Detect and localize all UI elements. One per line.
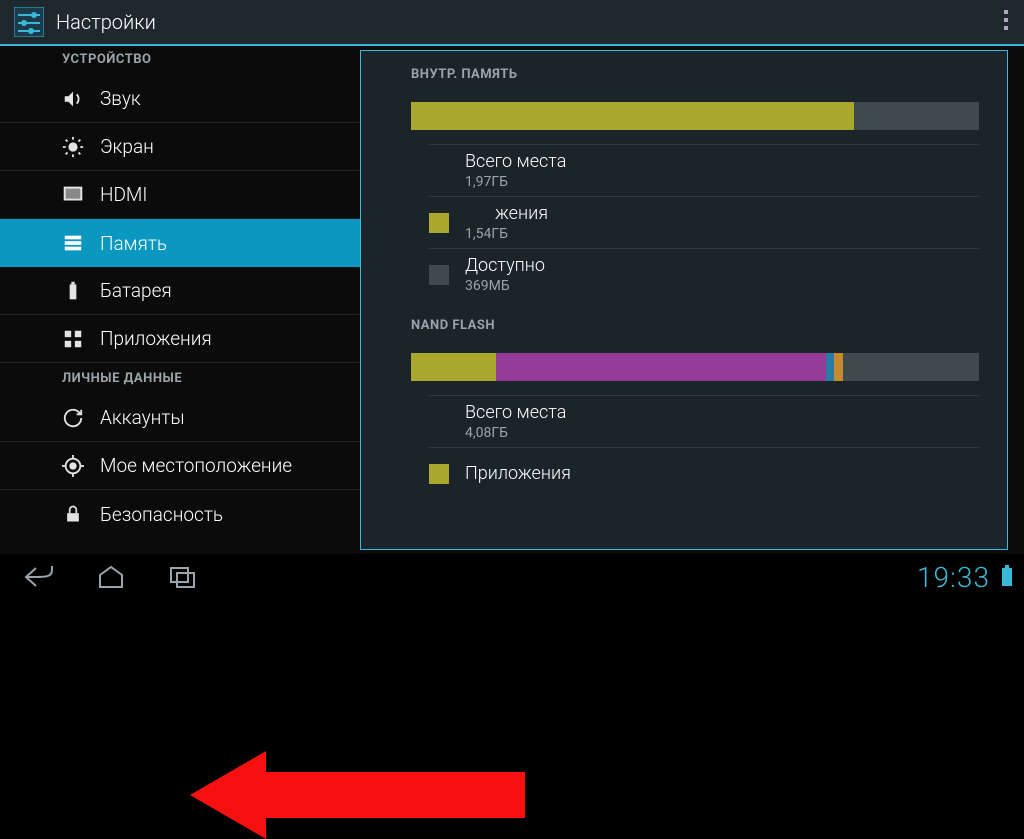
internal-title: ВНУТР. ПАМЯТЬ — [411, 67, 979, 82]
sidebar-item-hdmi[interactable]: HDMI — [0, 171, 360, 219]
row-value: 1,54ГБ — [465, 226, 548, 242]
internal-apps-row[interactable]: жения 1,54ГБ — [429, 196, 979, 248]
sidebar-item-location[interactable]: Мое местоположение — [0, 442, 360, 490]
row-value: 369МБ — [465, 278, 545, 294]
apps-icon — [60, 326, 86, 352]
row-label: Всего места — [465, 151, 566, 172]
sidebar-label: Память — [100, 232, 167, 255]
sidebar-item-storage[interactable]: Память — [0, 219, 360, 267]
sidebar-label: Безопасность — [100, 503, 223, 526]
row-value: 4,08ГБ — [465, 425, 566, 441]
system-navbar: 19:33 — [0, 554, 1024, 600]
row-label: Всего места — [465, 402, 566, 423]
sidebar-item-security[interactable]: Безопасность — [0, 490, 360, 538]
sidebar-label: Экран — [100, 135, 154, 158]
nand-apps-row[interactable]: Приложения — [429, 447, 979, 499]
nand-usage-bar — [411, 353, 979, 381]
nand-storage-section: NAND FLASH Всего места 4,08ГБ Приложения — [361, 300, 1007, 499]
sync-icon — [60, 405, 86, 431]
section-device: УСТРОЙСТВО — [0, 50, 360, 75]
sidebar-label: HDMI — [100, 183, 147, 206]
battery-icon — [60, 278, 86, 304]
internal-total-row[interactable]: Всего места 1,97ГБ — [429, 144, 979, 196]
lock-icon — [60, 501, 86, 527]
color-swatch — [429, 464, 449, 484]
sidebar-item-accounts[interactable]: Аккаунты — [0, 394, 360, 442]
internal-avail-row[interactable]: Доступно 369МБ — [429, 248, 979, 300]
sidebar-label: Приложения — [100, 327, 212, 350]
internal-storage-section: ВНУТР. ПАМЯТЬ Всего места 1,97ГБ жения 1… — [361, 51, 1007, 300]
settings-sidebar: УСТРОЙСТВО Звук Экран HDMI Память — [0, 46, 360, 554]
app-title: Настройки — [56, 10, 156, 34]
brightness-icon — [60, 134, 86, 160]
recent-apps-button[interactable] — [164, 563, 202, 591]
settings-slider-icon — [12, 5, 46, 39]
storage-panel: ВНУТР. ПАМЯТЬ Всего места 1,97ГБ жения 1… — [360, 50, 1008, 550]
section-personal: ЛИЧНЫЕ ДАННЫЕ — [0, 363, 360, 394]
row-value: 1,97ГБ — [465, 174, 566, 190]
sidebar-label: Батарея — [100, 279, 172, 302]
row-label: Приложения — [465, 463, 571, 484]
sidebar-label: Аккаунты — [100, 406, 185, 429]
main-area: УСТРОЙСТВО Звук Экран HDMI Память — [0, 46, 1024, 554]
color-swatch — [429, 265, 449, 285]
row-label-partial: жения — [465, 203, 548, 224]
internal-usage-bar — [411, 102, 979, 130]
sidebar-label: Мое местоположение — [100, 454, 292, 477]
nand-total-row[interactable]: Всего места 4,08ГБ — [429, 395, 979, 447]
sidebar-label: Звук — [100, 87, 141, 110]
app-header: Настройки — [0, 0, 1024, 46]
internal-used-seg — [411, 102, 854, 130]
color-swatch — [429, 213, 449, 233]
sidebar-item-battery[interactable]: Батарея — [0, 267, 360, 315]
status-clock: 19:33 — [917, 561, 990, 594]
location-icon — [60, 453, 86, 479]
home-button[interactable] — [92, 563, 130, 591]
storage-icon — [60, 230, 86, 256]
sidebar-item-sound[interactable]: Звук — [0, 75, 360, 123]
sidebar-item-display[interactable]: Экран — [0, 123, 360, 171]
back-button[interactable] — [20, 563, 58, 591]
status-battery-icon — [1002, 568, 1012, 586]
speaker-icon — [60, 86, 86, 112]
monitor-icon — [60, 182, 86, 208]
sidebar-item-apps[interactable]: Приложения — [0, 315, 360, 363]
nand-title: NAND FLASH — [411, 318, 979, 333]
overflow-menu-icon[interactable] — [1004, 10, 1008, 30]
row-label: Доступно — [465, 255, 545, 276]
